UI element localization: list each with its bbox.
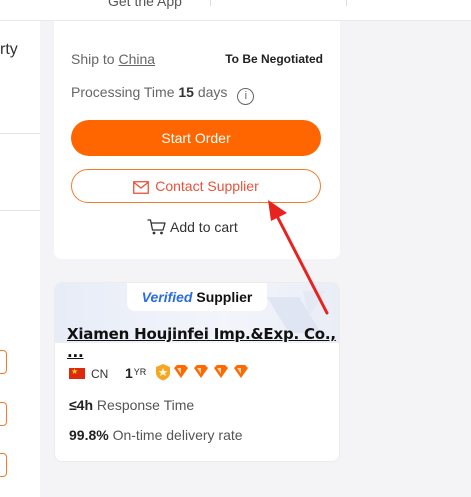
annotation-arrow-icon (268, 200, 329, 315)
